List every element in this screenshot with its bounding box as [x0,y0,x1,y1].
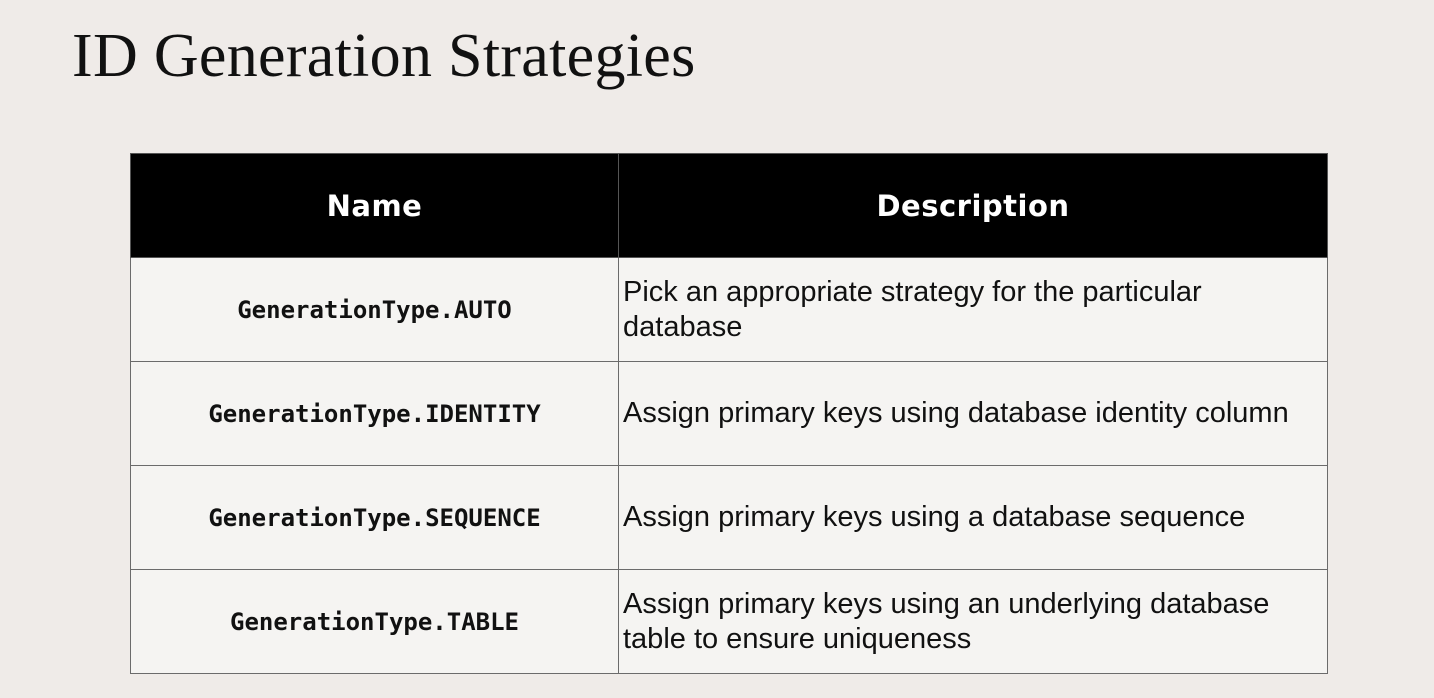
strategy-name: GenerationType.TABLE [130,569,619,674]
table-header: Name Description [130,153,1328,258]
strategy-name: GenerationType.AUTO [130,257,619,362]
strategy-description: Assign primary keys using an underlying … [618,569,1328,674]
strategy-name: GenerationType.SEQUENCE [130,465,619,570]
slide-title: ID Generation Strategies [72,22,696,90]
column-header-name: Name [130,153,619,258]
header-row: Name Description [130,153,1328,258]
strategies-table: Name Description GenerationType.AUTO Pic… [130,153,1328,674]
strategy-description: Assign primary keys using a database seq… [618,465,1328,570]
table-row: GenerationType.AUTO Pick an appropriate … [130,257,1328,362]
table-row: GenerationType.TABLE Assign primary keys… [130,569,1328,674]
strategy-description: Assign primary keys using database ident… [618,361,1328,466]
table-row: GenerationType.SEQUENCE Assign primary k… [130,465,1328,570]
strategy-description: Pick an appropriate strategy for the par… [618,257,1328,362]
table-body: GenerationType.AUTO Pick an appropriate … [130,257,1328,674]
strategy-name: GenerationType.IDENTITY [130,361,619,466]
table-row: GenerationType.IDENTITY Assign primary k… [130,361,1328,466]
column-header-description: Description [618,153,1328,258]
